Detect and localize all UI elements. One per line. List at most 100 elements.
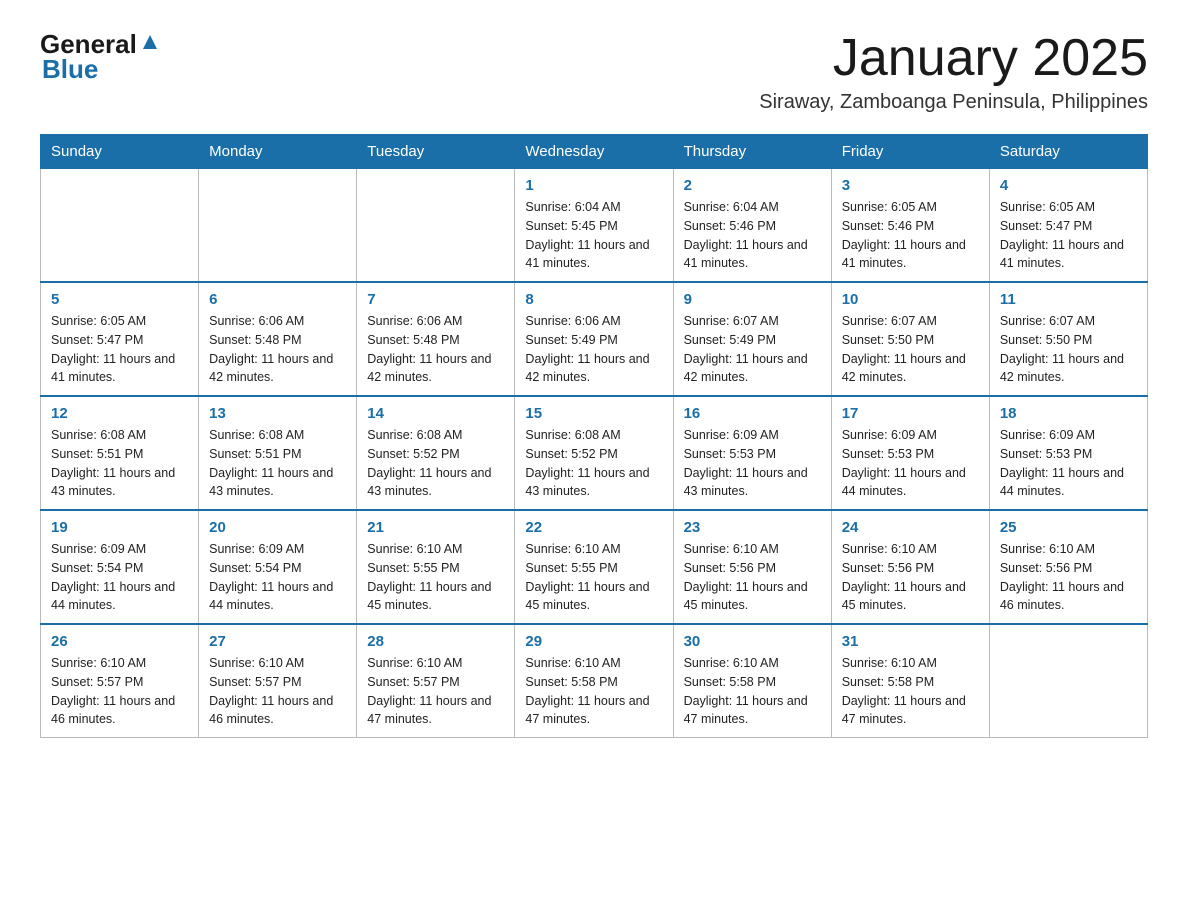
day-number: 9 <box>684 291 821 308</box>
day-info: Sunrise: 6:10 AMSunset: 5:57 PMDaylight:… <box>51 654 188 729</box>
calendar-header-thursday: Thursday <box>673 135 831 169</box>
calendar-cell: 18 Sunrise: 6:09 AMSunset: 5:53 PMDayligh… <box>989 396 1147 510</box>
calendar-cell: 8 Sunrise: 6:06 AMSunset: 5:49 PMDaylight… <box>515 282 673 396</box>
day-info: Sunrise: 6:10 AMSunset: 5:56 PMDaylight:… <box>842 540 979 615</box>
calendar-header-tuesday: Tuesday <box>357 135 515 169</box>
calendar-cell: 3 Sunrise: 6:05 AMSunset: 5:46 PMDaylight… <box>831 169 989 283</box>
day-number: 17 <box>842 405 979 422</box>
day-number: 16 <box>684 405 821 422</box>
day-number: 8 <box>525 291 662 308</box>
calendar-cell: 15 Sunrise: 6:08 AMSunset: 5:52 PMDayligh… <box>515 396 673 510</box>
day-number: 19 <box>51 519 188 536</box>
calendar-cell: 4Sunrise: 6:05 AMSunset: 5:47 PMDaylight… <box>989 169 1147 283</box>
day-number: 23 <box>684 519 821 536</box>
day-number: 24 <box>842 519 979 536</box>
calendar-cell: 17 Sunrise: 6:09 AMSunset: 5:53 PMDayligh… <box>831 396 989 510</box>
calendar-cell: 30 Sunrise: 6:10 AMSunset: 5:58 PMDayligh… <box>673 624 831 738</box>
day-number: 2 <box>684 177 821 194</box>
calendar-cell: 23Sunrise: 6:10 AMSunset: 5:56 PMDayligh… <box>673 510 831 624</box>
day-info: Sunrise: 6:06 AMSunset: 5:48 PMDaylight:… <box>367 312 504 387</box>
day-number: 12 <box>51 405 188 422</box>
day-info: Sunrise: 6:09 AMSunset: 5:54 PMDaylight:… <box>51 540 188 615</box>
day-number: 25 <box>1000 519 1137 536</box>
day-number: 30 <box>684 633 821 650</box>
day-number: 15 <box>525 405 662 422</box>
day-info: Sunrise: 6:04 AMSunset: 5:46 PMDaylight:… <box>684 198 821 273</box>
day-number: 29 <box>525 633 662 650</box>
calendar-cell: 13 Sunrise: 6:08 AMSunset: 5:51 PMDayligh… <box>199 396 357 510</box>
calendar-cell: 19 Sunrise: 6:09 AMSunset: 5:54 PMDayligh… <box>41 510 199 624</box>
calendar-header-friday: Friday <box>831 135 989 169</box>
day-info: Sunrise: 6:04 AMSunset: 5:45 PMDaylight:… <box>525 198 662 273</box>
calendar-cell <box>989 624 1147 738</box>
day-info: Sunrise: 6:10 AMSunset: 5:58 PMDaylight:… <box>842 654 979 729</box>
calendar-header-sunday: Sunday <box>41 135 199 169</box>
day-info: Sunrise: 6:08 AMSunset: 5:52 PMDaylight:… <box>367 426 504 501</box>
calendar-week-row: 5Sunrise: 6:05 AMSunset: 5:47 PMDaylight… <box>41 282 1148 396</box>
day-info: Sunrise: 6:10 AMSunset: 5:58 PMDaylight:… <box>525 654 662 729</box>
day-info: Sunrise: 6:10 AMSunset: 5:58 PMDaylight:… <box>684 654 821 729</box>
calendar-cell: 21 Sunrise: 6:10 AMSunset: 5:55 PMDayligh… <box>357 510 515 624</box>
day-number: 26 <box>51 633 188 650</box>
day-info: Sunrise: 6:10 AMSunset: 5:55 PMDaylight:… <box>367 540 504 615</box>
title-area: January 2025 Siraway, Zamboanga Peninsul… <box>759 30 1148 114</box>
calendar-week-row: 19 Sunrise: 6:09 AMSunset: 5:54 PMDayligh… <box>41 510 1148 624</box>
calendar-cell: 14 Sunrise: 6:08 AMSunset: 5:52 PMDayligh… <box>357 396 515 510</box>
day-info: Sunrise: 6:08 AMSunset: 5:52 PMDaylight:… <box>525 426 662 501</box>
day-info: Sunrise: 6:10 AMSunset: 5:57 PMDaylight:… <box>367 654 504 729</box>
calendar-cell: 16 Sunrise: 6:09 AMSunset: 5:53 PMDayligh… <box>673 396 831 510</box>
day-info: Sunrise: 6:10 AMSunset: 5:56 PMDaylight:… <box>1000 540 1137 615</box>
day-info: Sunrise: 6:09 AMSunset: 5:53 PMDaylight:… <box>842 426 979 501</box>
calendar-header-wednesday: Wednesday <box>515 135 673 169</box>
logo: General Blue <box>40 30 161 83</box>
calendar-cell: 25 Sunrise: 6:10 AMSunset: 5:56 PMDayligh… <box>989 510 1147 624</box>
day-info: Sunrise: 6:07 AMSunset: 5:50 PMDaylight:… <box>1000 312 1137 387</box>
day-info: Sunrise: 6:06 AMSunset: 5:49 PMDaylight:… <box>525 312 662 387</box>
calendar-cell: 6Sunrise: 6:06 AMSunset: 5:48 PMDaylight… <box>199 282 357 396</box>
day-number: 3 <box>842 177 979 194</box>
calendar-week-row: 26 Sunrise: 6:10 AMSunset: 5:57 PMDayligh… <box>41 624 1148 738</box>
day-info: Sunrise: 6:09 AMSunset: 5:53 PMDaylight:… <box>684 426 821 501</box>
day-info: Sunrise: 6:08 AMSunset: 5:51 PMDaylight:… <box>51 426 188 501</box>
calendar-cell: 10 Sunrise: 6:07 AMSunset: 5:50 PMDayligh… <box>831 282 989 396</box>
calendar-header-monday: Monday <box>199 135 357 169</box>
day-info: Sunrise: 6:07 AMSunset: 5:50 PMDaylight:… <box>842 312 979 387</box>
calendar-cell: 7 Sunrise: 6:06 AMSunset: 5:48 PMDaylight… <box>357 282 515 396</box>
day-info: Sunrise: 6:06 AMSunset: 5:48 PMDaylight:… <box>209 312 346 387</box>
day-number: 21 <box>367 519 504 536</box>
calendar: SundayMondayTuesdayWednesdayThursdayFrid… <box>40 134 1148 738</box>
day-number: 10 <box>842 291 979 308</box>
day-number: 14 <box>367 405 504 422</box>
page-title: January 2025 <box>759 30 1148 87</box>
day-info: Sunrise: 6:08 AMSunset: 5:51 PMDaylight:… <box>209 426 346 501</box>
day-number: 22 <box>525 519 662 536</box>
day-number: 11 <box>1000 291 1137 308</box>
calendar-cell: 9 Sunrise: 6:07 AMSunset: 5:49 PMDaylight… <box>673 282 831 396</box>
calendar-cell: 22Sunrise: 6:10 AMSunset: 5:55 PMDayligh… <box>515 510 673 624</box>
calendar-cell: 28Sunrise: 6:10 AMSunset: 5:57 PMDayligh… <box>357 624 515 738</box>
day-info: Sunrise: 6:09 AMSunset: 5:53 PMDaylight:… <box>1000 426 1137 501</box>
header: General Blue January 2025 Siraway, Zambo… <box>40 30 1148 114</box>
calendar-cell: 26 Sunrise: 6:10 AMSunset: 5:57 PMDayligh… <box>41 624 199 738</box>
calendar-week-row: 12 Sunrise: 6:08 AMSunset: 5:51 PMDayligh… <box>41 396 1148 510</box>
calendar-cell: 27Sunrise: 6:10 AMSunset: 5:57 PMDayligh… <box>199 624 357 738</box>
subtitle: Siraway, Zamboanga Peninsula, Philippine… <box>759 91 1148 114</box>
calendar-cell: 20Sunrise: 6:09 AMSunset: 5:54 PMDayligh… <box>199 510 357 624</box>
day-info: Sunrise: 6:10 AMSunset: 5:57 PMDaylight:… <box>209 654 346 729</box>
day-number: 18 <box>1000 405 1137 422</box>
calendar-cell: 31Sunrise: 6:10 AMSunset: 5:58 PMDayligh… <box>831 624 989 738</box>
day-number: 13 <box>209 405 346 422</box>
calendar-week-row: 1 Sunrise: 6:04 AMSunset: 5:45 PMDaylight… <box>41 169 1148 283</box>
logo-blue: Blue <box>40 55 161 84</box>
day-info: Sunrise: 6:05 AMSunset: 5:46 PMDaylight:… <box>842 198 979 273</box>
day-number: 5 <box>51 291 188 308</box>
day-info: Sunrise: 6:09 AMSunset: 5:54 PMDaylight:… <box>209 540 346 615</box>
day-number: 1 <box>525 177 662 194</box>
calendar-cell: 24 Sunrise: 6:10 AMSunset: 5:56 PMDayligh… <box>831 510 989 624</box>
calendar-cell: 11 Sunrise: 6:07 AMSunset: 5:50 PMDayligh… <box>989 282 1147 396</box>
day-number: 7 <box>367 291 504 308</box>
calendar-cell: 1 Sunrise: 6:04 AMSunset: 5:45 PMDaylight… <box>515 169 673 283</box>
calendar-header-saturday: Saturday <box>989 135 1147 169</box>
day-info: Sunrise: 6:07 AMSunset: 5:49 PMDaylight:… <box>684 312 821 387</box>
calendar-cell: 29 Sunrise: 6:10 AMSunset: 5:58 PMDayligh… <box>515 624 673 738</box>
